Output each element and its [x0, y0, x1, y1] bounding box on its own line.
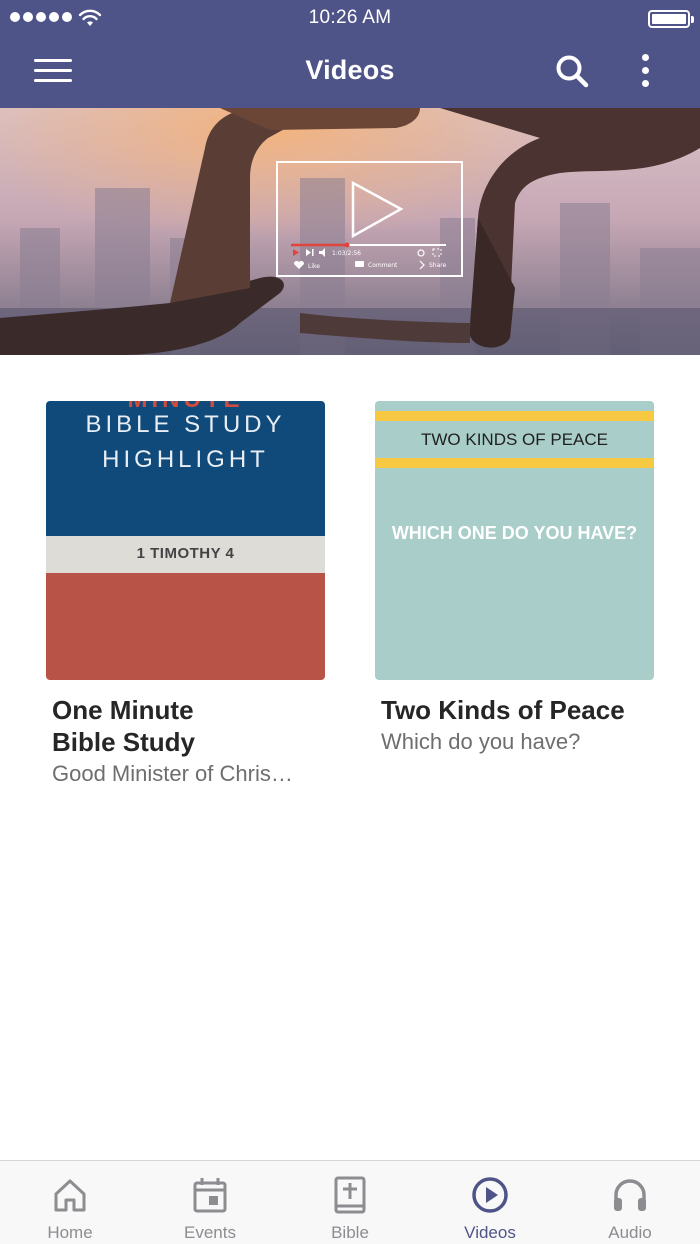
tab-label: Bible: [331, 1223, 369, 1242]
tab-label: Videos: [464, 1223, 516, 1242]
video-card[interactable]: MINUTE BIBLE STUDY HIGHLIGHT 1 TIMOTHY 4…: [46, 401, 325, 788]
svg-text:Like: Like: [308, 263, 320, 270]
video-title: One Minute Bible Study: [52, 695, 196, 757]
tab-audio[interactable]: Audio: [560, 1161, 700, 1244]
tab-bar: Home Events Bible Videos Audio: [0, 1160, 700, 1244]
bible-icon: [334, 1176, 366, 1214]
thumbnail-band-label: 1 TIMOTHY 4: [136, 545, 235, 562]
video-thumbnail: TWO KINDS OF PEACE WHICH ONE DO YOU HAVE…: [375, 401, 654, 680]
hero-image: 1:03/2:56 Like Comment Share: [0, 108, 700, 355]
svg-text:Share: Share: [429, 262, 447, 269]
page-title: Videos: [305, 55, 395, 85]
tab-bible[interactable]: Bible: [280, 1161, 420, 1244]
more-options-button[interactable]: [636, 53, 656, 89]
video-card[interactable]: TWO KINDS OF PEACE WHICH ONE DO YOU HAVE…: [375, 401, 654, 756]
home-icon: [54, 1179, 86, 1212]
thumbnail-line2: HIGHLIGHT: [102, 446, 269, 473]
headphones-icon: [614, 1179, 646, 1211]
video-subtitle: Good Minister of Chris…: [52, 761, 293, 786]
tab-label: Events: [184, 1223, 236, 1242]
play-circle-icon: [472, 1177, 508, 1213]
video-thumbnail: MINUTE BIBLE STUDY HIGHLIGHT 1 TIMOTHY 4: [46, 401, 325, 680]
tab-home[interactable]: Home: [0, 1161, 140, 1244]
thumbnail-heading: TWO KINDS OF PEACE: [420, 430, 609, 449]
hero-banner[interactable]: 1:03/2:56 Like Comment Share: [0, 108, 700, 355]
app-header: 10:26 AM Videos: [0, 0, 700, 108]
svg-text:1:03/2:56: 1:03/2:56: [332, 250, 361, 257]
search-icon[interactable]: [554, 53, 590, 89]
battery-icon: [648, 10, 694, 28]
video-subtitle: Which do you have?: [381, 729, 581, 754]
thumbnail-question: WHICH ONE DO YOU HAVE?: [391, 523, 638, 543]
tab-label: Audio: [608, 1223, 652, 1242]
tab-events[interactable]: Events: [140, 1161, 280, 1244]
tab-label: Home: [47, 1223, 93, 1242]
tab-videos[interactable]: Videos: [420, 1161, 560, 1244]
svg-text:Comment: Comment: [368, 262, 398, 269]
status-time: 10:26 AM: [308, 7, 392, 28]
calendar-icon: [193, 1178, 227, 1213]
more-vertical-icon: [642, 54, 649, 61]
video-title: Two Kinds of Peace: [381, 695, 625, 725]
status-bar: 10:26 AM: [0, 0, 700, 36]
thumbnail-line1: BIBLE STUDY: [85, 411, 286, 438]
